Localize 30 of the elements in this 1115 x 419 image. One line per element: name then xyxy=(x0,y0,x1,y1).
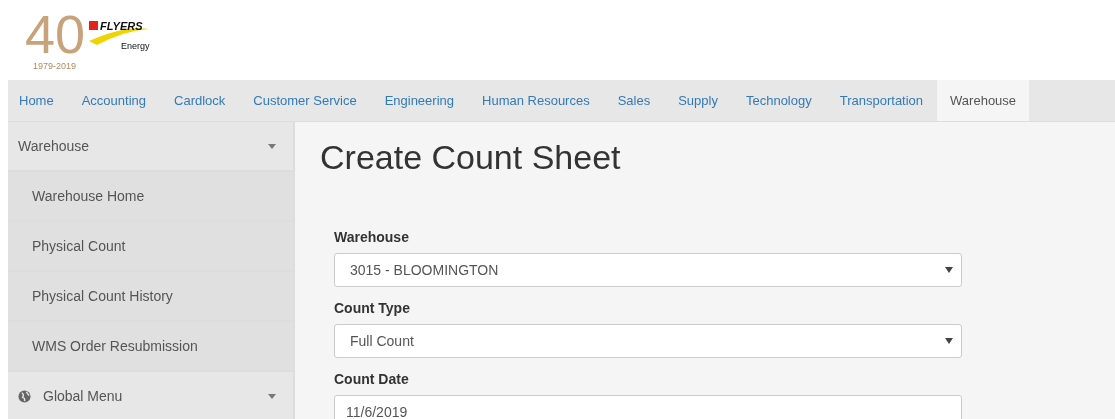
sidebar-item[interactable]: Warehouse Home xyxy=(8,172,293,222)
nav-tab[interactable]: Transportation xyxy=(825,80,938,121)
caret-icon xyxy=(945,267,953,273)
nav-tab[interactable]: Home xyxy=(8,80,68,121)
field-label: Count Type xyxy=(334,300,410,316)
nav-tab[interactable]: Cardlock xyxy=(160,80,240,121)
input-field[interactable]: 11/6/2019 xyxy=(334,395,962,419)
nav-tab[interactable]: Warehouse xyxy=(937,80,1030,121)
field-label: Warehouse xyxy=(334,229,409,245)
select-field[interactable]: 3015 - BLOOMINGTON xyxy=(334,253,962,287)
caret-icon xyxy=(268,393,276,399)
section-label: Warehouse xyxy=(18,138,91,154)
sidebar-item[interactable]: Physical Count xyxy=(8,222,293,272)
sidebar-item[interactable]: Physical Count History xyxy=(8,272,293,322)
nav-tab[interactable]: Customer Service xyxy=(239,80,371,121)
field-label: Count Date xyxy=(334,371,409,387)
section-label: Global Menu xyxy=(43,388,124,404)
select-field[interactable]: Full Count xyxy=(334,324,962,358)
page-title: Create Count Sheet xyxy=(320,138,621,177)
globe-icon xyxy=(18,389,31,403)
nav-tab[interactable]: Sales xyxy=(603,80,665,121)
sidebar-item[interactable]: WMS Order Resubmission xyxy=(8,322,293,372)
caret-icon xyxy=(945,338,953,344)
nav-tab[interactable]: Engineering xyxy=(370,80,468,121)
logo-drawing: 40 FLYERS Energy 1979-2019 xyxy=(25,7,175,73)
nav-tab[interactable]: Accounting xyxy=(67,80,160,121)
nav-tab[interactable]: Supply xyxy=(664,80,732,121)
nav-tab[interactable]: Human Resources xyxy=(468,80,604,121)
nav-tab[interactable]: Technology xyxy=(731,80,826,121)
caret-icon xyxy=(268,143,276,149)
